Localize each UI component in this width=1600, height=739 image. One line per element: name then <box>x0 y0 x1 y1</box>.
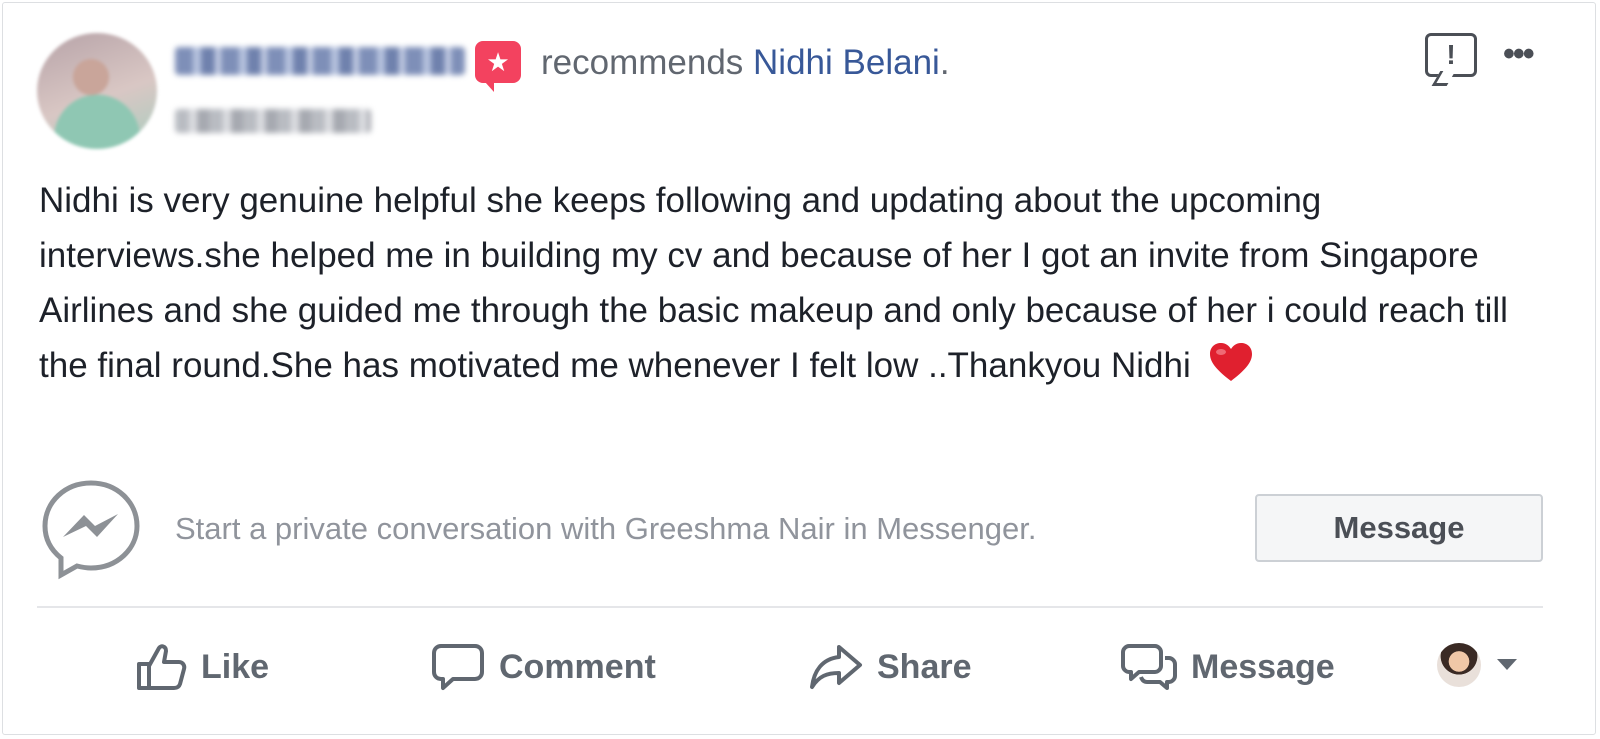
author-avatar[interactable] <box>37 33 157 149</box>
thumbs-up-icon <box>137 644 187 690</box>
message-action-label: Message <box>1191 647 1335 686</box>
like-button[interactable]: Like <box>135 639 269 695</box>
author-name-redacted[interactable] <box>175 47 465 75</box>
headline-verb: recommends <box>541 43 744 82</box>
message-button[interactable]: Message <box>1255 494 1543 562</box>
share-label: Share <box>877 647 972 686</box>
recommended-page-link[interactable]: Nidhi Belani <box>753 43 940 82</box>
comment-button[interactable]: Comment <box>431 639 656 695</box>
comment-bubble-icon <box>432 644 484 690</box>
share-arrow-icon <box>810 645 862 689</box>
viewer-avatar[interactable] <box>1437 643 1481 687</box>
message-action-button[interactable]: Message <box>1121 639 1335 695</box>
messenger-icon[interactable] <box>39 477 143 581</box>
more-options-icon[interactable]: ••• <box>1503 37 1535 71</box>
messenger-prompt: Start a private conversation with Greesh… <box>175 511 1037 546</box>
recommendation-post-card: ★ recommends Nidhi Belani. ! ••• Nidhi i… <box>2 2 1596 735</box>
message-bubbles-icon <box>1121 644 1177 690</box>
headline-period: . <box>939 43 950 82</box>
post-body-text: Nidhi is very genuine helpful she keeps … <box>39 181 1508 385</box>
chevron-down-icon[interactable] <box>1497 659 1517 670</box>
share-button[interactable]: Share <box>809 639 972 695</box>
report-icon[interactable]: ! <box>1425 33 1477 77</box>
like-label: Like <box>201 647 270 686</box>
heart-emoji-icon <box>1210 343 1253 381</box>
divider <box>37 606 1543 608</box>
post-body: Nidhi is very genuine helpful she keeps … <box>39 173 1539 393</box>
post-headline: recommends Nidhi Belani. <box>541 43 950 83</box>
post-timestamp-redacted[interactable] <box>175 109 371 133</box>
recommend-star-icon: ★ <box>475 41 521 92</box>
comment-label: Comment <box>499 647 656 686</box>
